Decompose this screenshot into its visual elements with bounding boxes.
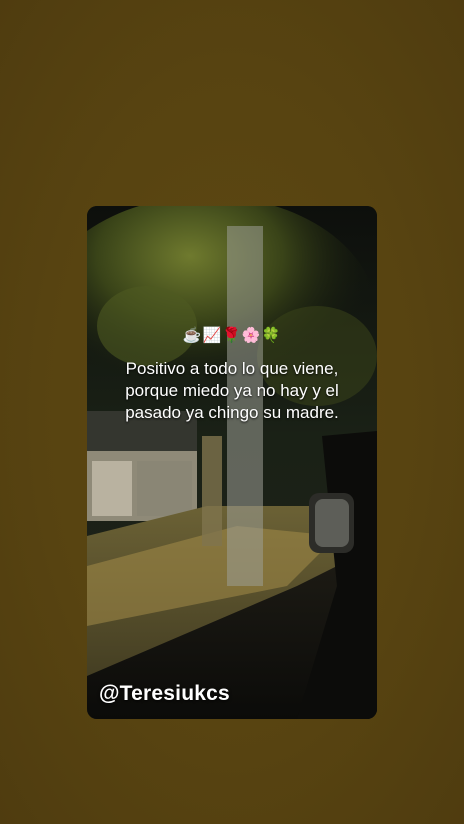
username-watermark: @Teresiukcs: [99, 682, 230, 705]
emoji-row: ☕📈🌹🌸🍀: [182, 327, 282, 344]
story-card[interactable]: ☕📈🌹🌸🍀 Positivo a todo lo que viene, porq…: [87, 206, 377, 719]
story-caption: Positivo a todo lo que viene, porque mie…: [125, 359, 339, 422]
screen-background: ☕📈🌹🌸🍀 Positivo a todo lo que viene, porq…: [0, 0, 464, 824]
night-street-photo: [87, 206, 377, 719]
